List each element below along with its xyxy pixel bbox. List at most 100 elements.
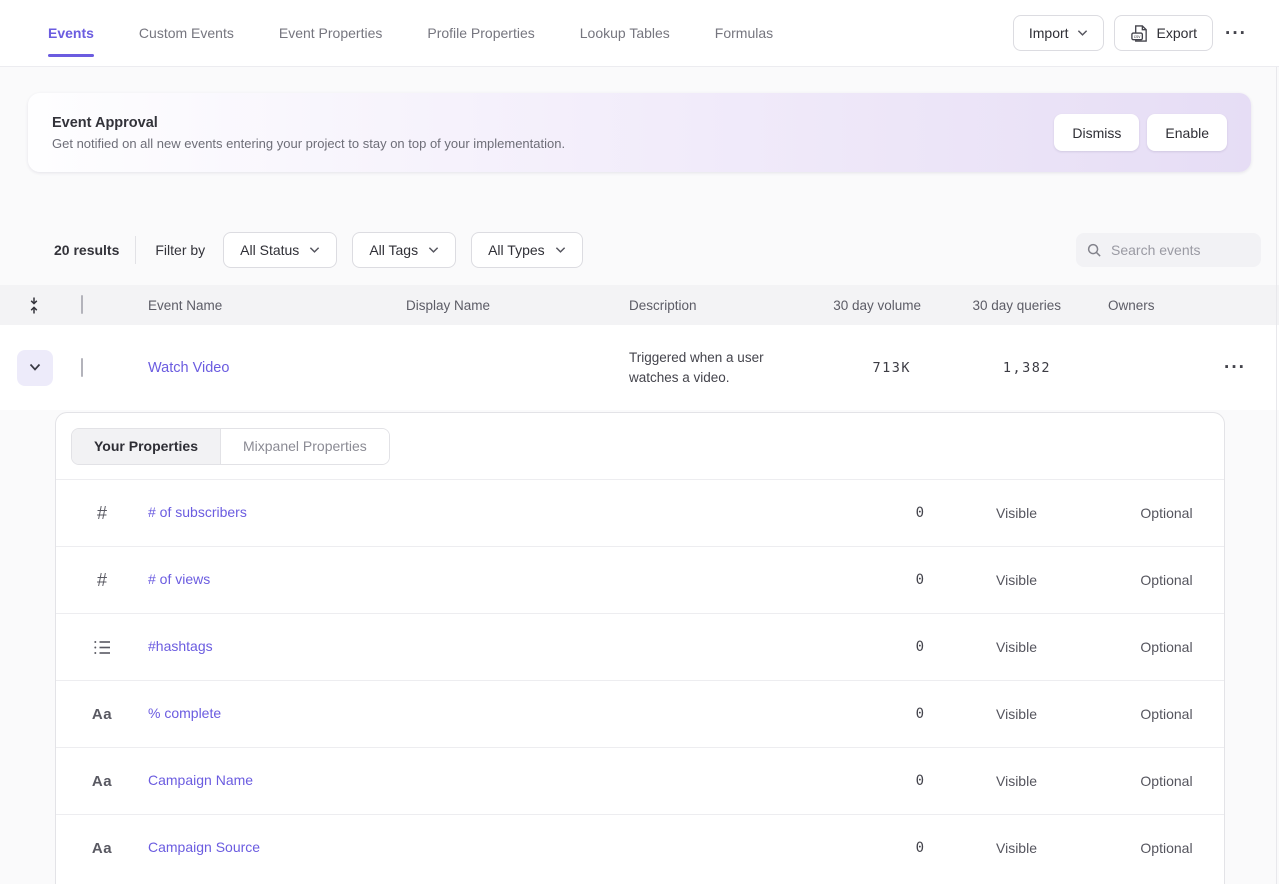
enable-button[interactable]: Enable [1147, 114, 1227, 151]
properties-tab-switcher: Your Properties Mixpanel Properties [71, 428, 390, 465]
collapse-all-rows-button[interactable] [16, 291, 52, 319]
tags-filter-dropdown[interactable]: All Tags [352, 232, 456, 268]
results-count: 20 results [54, 242, 119, 258]
text-type-icon: Aa [92, 773, 112, 790]
text-type-icon: Aa [92, 706, 112, 723]
divider [135, 236, 136, 264]
property-name-link[interactable]: % complete [148, 705, 221, 721]
export-button-label: Export [1157, 25, 1197, 41]
search-input[interactable] [1111, 242, 1250, 258]
property-name-link[interactable]: Campaign Source [148, 839, 260, 855]
events-table-header: Event Name Display Name Description 30 d… [0, 285, 1279, 325]
list-type-icon [94, 640, 111, 655]
property-row: Aa % complete 0 Visible Optional [56, 680, 1224, 747]
import-button-label: Import [1029, 25, 1069, 41]
nav-actions: Import csv Export ··· [1013, 0, 1249, 66]
collapse-vertical-icon [28, 297, 40, 314]
event-queries-value: 1,382 [921, 360, 1061, 376]
top-navigation: Events Custom Events Event Properties Pr… [0, 0, 1279, 67]
property-visibility: Visible [924, 773, 1109, 789]
tags-filter-label: All Tags [369, 242, 418, 258]
select-all-checkbox[interactable] [81, 295, 83, 314]
text-type-icon: Aa [92, 840, 112, 857]
event-approval-banner: Event Approval Get notified on all new e… [28, 93, 1251, 172]
property-visibility: Visible [924, 840, 1109, 856]
property-sample-count: 0 [784, 706, 924, 722]
volume-column-header: 30 day volume [783, 298, 921, 313]
tab-custom-events[interactable]: Custom Events [139, 0, 234, 66]
property-row: # # of subscribers 0 Visible Optional [56, 479, 1224, 546]
tab-events[interactable]: Events [48, 0, 94, 66]
event-row-watch-video: Watch Video Triggered when a user watche… [0, 325, 1279, 410]
property-sample-count: 0 [784, 639, 924, 655]
chevron-down-icon [309, 246, 320, 254]
tab-mixpanel-properties[interactable]: Mixpanel Properties [221, 429, 389, 464]
banner-text: Event Approval Get notified on all new e… [52, 115, 565, 151]
property-requirement: Optional [1109, 505, 1224, 521]
types-filter-dropdown[interactable]: All Types [471, 232, 583, 268]
tab-event-properties[interactable]: Event Properties [279, 0, 383, 66]
property-requirement: Optional [1109, 840, 1224, 856]
dismiss-button[interactable]: Dismiss [1054, 114, 1139, 151]
properties-tabbar: Your Properties Mixpanel Properties [56, 413, 1224, 479]
property-visibility: Visible [924, 505, 1109, 521]
chevron-down-icon [555, 246, 566, 254]
event-name-column-header: Event Name [130, 298, 388, 313]
property-requirement: Optional [1109, 572, 1224, 588]
tab-profile-properties[interactable]: Profile Properties [427, 0, 534, 66]
properties-panel: Your Properties Mixpanel Properties # # … [55, 412, 1225, 884]
chevron-down-icon [428, 246, 439, 254]
event-name-link[interactable]: Watch Video [148, 360, 229, 376]
property-requirement: Optional [1109, 639, 1224, 655]
import-button[interactable]: Import [1013, 15, 1104, 51]
tab-your-properties[interactable]: Your Properties [72, 429, 221, 464]
tab-lookup-tables[interactable]: Lookup Tables [580, 0, 670, 66]
filter-toolbar: 20 results Filter by All Status All Tags… [54, 232, 1261, 268]
status-filter-dropdown[interactable]: All Status [223, 232, 337, 268]
banner-description: Get notified on all new events entering … [52, 136, 565, 151]
tab-formulas[interactable]: Formulas [715, 0, 773, 66]
property-sample-count: 0 [784, 773, 924, 789]
csv-file-icon: csv [1130, 24, 1149, 43]
property-sample-count: 0 [784, 840, 924, 856]
property-row: #hashtags 0 Visible Optional [56, 613, 1224, 680]
queries-column-header: 30 day queries [921, 298, 1061, 313]
property-visibility: Visible [924, 706, 1109, 722]
filter-by-label: Filter by [155, 242, 205, 258]
property-requirement: Optional [1109, 773, 1224, 789]
export-button[interactable]: csv Export [1114, 15, 1213, 51]
row-checkbox[interactable] [81, 358, 83, 377]
page-right-edge [1276, 67, 1277, 884]
status-filter-label: All Status [240, 242, 299, 258]
svg-text:csv: csv [1133, 34, 1140, 39]
property-row: # # of views 0 Visible Optional [56, 546, 1224, 613]
ellipsis-icon: ··· [1224, 357, 1246, 378]
chevron-down-icon [1077, 29, 1088, 37]
property-visibility: Visible [924, 572, 1109, 588]
expanded-event-details: Your Properties Mixpanel Properties # # … [0, 410, 1279, 884]
property-name-link[interactable]: Campaign Name [148, 772, 253, 788]
property-sample-count: 0 [784, 505, 924, 521]
property-name-link[interactable]: #hashtags [148, 638, 213, 654]
event-volume-value: 713K [783, 360, 921, 376]
property-row: Aa Campaign Name 0 Visible Optional [56, 747, 1224, 814]
number-type-icon: # [97, 503, 107, 524]
search-box [1076, 233, 1261, 267]
banner-actions: Dismiss Enable [1054, 114, 1227, 151]
types-filter-label: All Types [488, 242, 545, 258]
property-name-link[interactable]: # of subscribers [148, 504, 247, 520]
description-column-header: Description [611, 298, 783, 313]
chevron-down-icon [29, 363, 41, 372]
collapse-row-button[interactable] [17, 350, 53, 386]
property-name-link[interactable]: # of views [148, 571, 210, 587]
property-requirement: Optional [1109, 706, 1224, 722]
more-options-button[interactable]: ··· [1223, 20, 1249, 47]
row-more-options-button[interactable]: ··· [1222, 354, 1248, 381]
property-sample-count: 0 [784, 572, 924, 588]
lexicon-tabs: Events Custom Events Event Properties Pr… [48, 0, 773, 66]
owners-column-header: Owners [1061, 298, 1191, 313]
search-icon [1087, 243, 1102, 258]
property-visibility: Visible [924, 639, 1109, 655]
number-type-icon: # [97, 570, 107, 591]
banner-title: Event Approval [52, 115, 565, 131]
